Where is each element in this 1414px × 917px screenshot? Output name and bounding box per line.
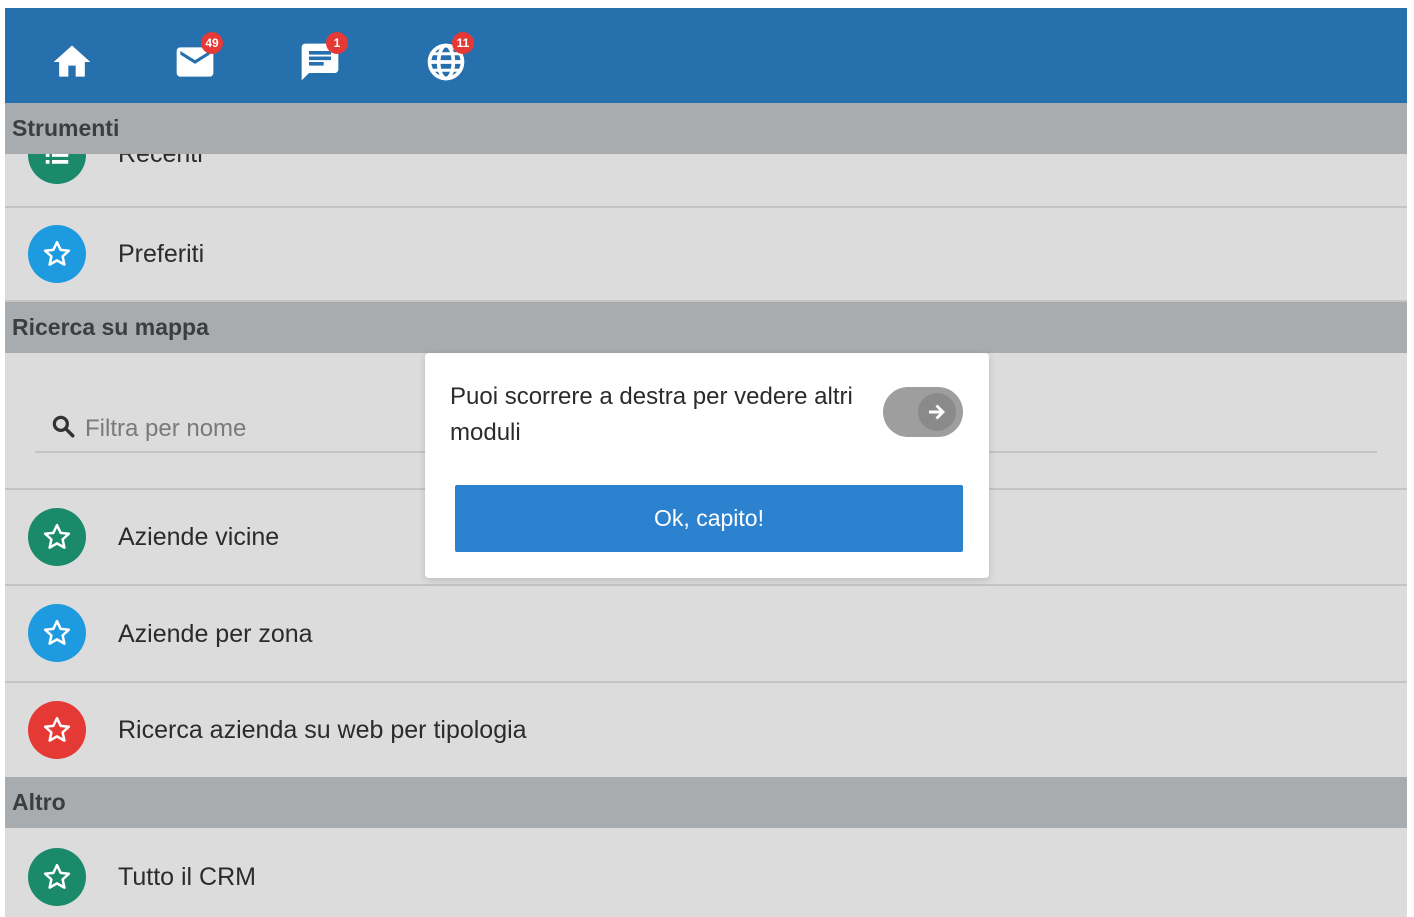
globe-badge: 11 <box>452 32 474 54</box>
ok-got-it-button[interactable]: Ok, capito! <box>455 485 963 552</box>
star-icon <box>43 716 71 742</box>
section-header-altro: Altro <box>5 777 1407 828</box>
search-input[interactable] <box>83 408 417 450</box>
section-header-ricerca-su-mappa: Ricerca su mappa <box>5 302 1407 353</box>
section-header-strumenti: Strumenti <box>5 103 1407 154</box>
home-button[interactable] <box>50 40 94 84</box>
globe-button[interactable]: 11 <box>424 32 474 84</box>
aziende-vicine-icon-circle <box>28 508 86 566</box>
arrow-right-icon <box>929 404 945 420</box>
list-item-label: Aziende per zona <box>118 620 313 648</box>
ricerca-web-icon-circle <box>28 701 86 759</box>
aziende-per-zona-icon-circle <box>28 604 86 662</box>
star-icon <box>43 863 71 889</box>
list-item-preferiti[interactable]: Preferiti <box>5 208 1407 302</box>
chat-button[interactable]: 1 <box>298 32 348 84</box>
swipe-toggle <box>883 387 963 437</box>
list-item-label: Aziende vicine <box>118 523 280 551</box>
swipe-toggle-knob <box>918 393 956 431</box>
list-item-label: Tutto il CRM <box>118 863 256 891</box>
mail-button[interactable]: 49 <box>173 32 223 84</box>
search-icon <box>50 413 76 444</box>
mail-badge: 49 <box>201 32 223 54</box>
list-item-tutto-il-crm[interactable]: Tutto il CRM <box>5 828 1407 917</box>
list-item-label: Preferiti <box>118 240 205 268</box>
preferiti-icon-circle <box>28 225 86 283</box>
list-item-aziende-per-zona[interactable]: Aziende per zona <box>5 586 1407 683</box>
swipe-hint-dialog: Puoi scorrere a destra per vedere altri … <box>425 353 989 578</box>
star-icon <box>43 240 71 266</box>
tutto-il-crm-icon-circle <box>28 848 86 906</box>
home-icon <box>53 45 91 77</box>
list-item-ricerca-web[interactable]: Ricerca azienda su web per tipologia <box>5 683 1407 778</box>
top-nav-bar: 49 1 11 <box>5 8 1407 103</box>
app-frame: 49 1 11 Recenti Strumenti Preferiti Rice… <box>5 8 1407 917</box>
chat-badge: 1 <box>326 32 348 54</box>
star-icon <box>43 619 71 645</box>
list-item-label: Ricerca azienda su web per tipologia <box>118 716 527 744</box>
dialog-message: Puoi scorrere a destra per vedere altri … <box>450 383 853 446</box>
star-icon <box>43 523 71 549</box>
